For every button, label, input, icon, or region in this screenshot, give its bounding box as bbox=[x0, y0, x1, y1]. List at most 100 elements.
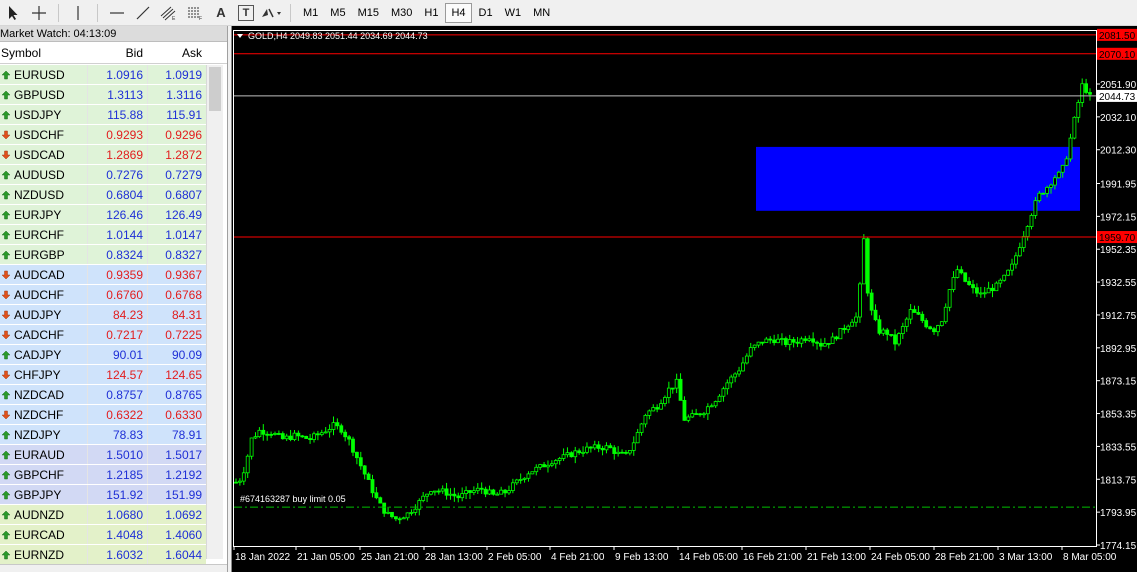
vertical-line-icon[interactable] bbox=[67, 2, 89, 24]
candle-body bbox=[994, 282, 999, 292]
market-watch-row[interactable]: NZDCAD 0.8757 0.8765 bbox=[0, 385, 206, 405]
price-chart[interactable]: 2051.90 2032.10 2012.30 1991.95 1972.15 1952.… bbox=[232, 26, 1137, 572]
candle-body bbox=[335, 422, 340, 427]
candle-body bbox=[939, 321, 944, 326]
market-watch-row[interactable]: EURCHF 1.0144 1.0147 bbox=[0, 225, 206, 245]
bid-cell: 0.9293 bbox=[87, 125, 147, 144]
candle-body bbox=[826, 343, 831, 345]
candle-body bbox=[643, 414, 648, 425]
trendline-icon[interactable] bbox=[132, 2, 154, 24]
ask-cell: 0.8765 bbox=[147, 385, 206, 404]
timeframe-m1-button[interactable]: M1 bbox=[298, 3, 323, 23]
candle-body bbox=[319, 432, 324, 436]
market-watch-row[interactable]: EURNZD 1.6032 1.6044 bbox=[0, 545, 206, 565]
timeframe-d1-button[interactable]: D1 bbox=[474, 3, 498, 23]
x-tick-label: 24 Feb 05:00 bbox=[871, 552, 930, 563]
symbol-cell: EURCHF bbox=[0, 225, 87, 244]
market-watch-row[interactable]: AUDCAD 0.9359 0.9367 bbox=[0, 265, 206, 285]
crosshair-icon[interactable] bbox=[28, 2, 50, 24]
market-watch-row[interactable]: EURUSD 1.0916 1.0919 bbox=[0, 65, 206, 85]
candle-body bbox=[456, 495, 461, 499]
market-watch-row[interactable]: AUDCHF 0.6760 0.6768 bbox=[0, 285, 206, 305]
symbol-name: EURCHF bbox=[14, 227, 64, 242]
x-tick-label: 3 Mar 13:00 bbox=[999, 552, 1053, 563]
column-header-symbol[interactable]: Symbol bbox=[0, 42, 87, 63]
market-watch-row[interactable]: NZDJPY 78.83 78.91 bbox=[0, 425, 206, 445]
arrows-icon[interactable] bbox=[260, 2, 282, 24]
candle-body bbox=[690, 413, 695, 418]
ask-cell: 84.31 bbox=[147, 305, 206, 324]
x-tick-label: 4 Feb 21:00 bbox=[551, 552, 605, 563]
market-watch-scrollbar[interactable] bbox=[206, 65, 223, 559]
candle-body bbox=[284, 435, 289, 440]
candle-body bbox=[666, 387, 671, 398]
candle-body bbox=[292, 432, 297, 441]
svg-text:F: F bbox=[199, 16, 202, 21]
candle-body bbox=[943, 306, 948, 323]
y-tick-label: 2051.90 bbox=[1100, 80, 1137, 91]
equidistant-channel-icon[interactable]: E bbox=[158, 2, 180, 24]
y-tick-label: 1774.15 bbox=[1100, 541, 1137, 552]
cursor-icon[interactable] bbox=[2, 2, 24, 24]
bid-cell: 0.9359 bbox=[87, 265, 147, 284]
market-watch-row[interactable]: EURCAD 1.4048 1.4060 bbox=[0, 525, 206, 545]
timeframe-m5-button[interactable]: M5 bbox=[325, 3, 350, 23]
candle-body bbox=[421, 495, 426, 501]
market-watch-row[interactable]: AUDUSD 0.7276 0.7279 bbox=[0, 165, 206, 185]
candle-body bbox=[234, 481, 238, 484]
market-watch-row[interactable]: AUDJPY 84.23 84.31 bbox=[0, 305, 206, 325]
market-watch-row[interactable]: USDCHF 0.9293 0.9296 bbox=[0, 125, 206, 145]
candle-body bbox=[245, 455, 250, 474]
candle-body bbox=[998, 279, 1003, 284]
market-watch-row[interactable]: GBPJPY 151.92 151.99 bbox=[0, 485, 206, 505]
candle-body bbox=[959, 269, 964, 274]
candle-body bbox=[331, 422, 336, 430]
up-arrow-icon bbox=[1, 250, 11, 259]
candle-body bbox=[417, 500, 422, 510]
text-label-icon[interactable]: T bbox=[238, 4, 254, 21]
candle-body bbox=[713, 401, 718, 407]
candle-body bbox=[577, 450, 582, 454]
market-watch-row[interactable]: GBPCHF 1.2185 1.2192 bbox=[0, 465, 206, 485]
candle-body bbox=[1014, 255, 1018, 265]
market-watch-row[interactable]: CADCHF 0.7217 0.7225 bbox=[0, 325, 206, 345]
y-tick-label: 2032.10 bbox=[1100, 113, 1137, 124]
timeframe-w1-button[interactable]: W1 bbox=[500, 3, 527, 23]
market-watch-row[interactable]: USDCAD 1.2869 1.2872 bbox=[0, 145, 206, 165]
market-watch-row[interactable]: GBPUSD 1.3113 1.3116 bbox=[0, 85, 206, 105]
column-header-bid[interactable]: Bid bbox=[87, 42, 147, 63]
timeframe-h1-button[interactable]: H1 bbox=[419, 3, 443, 23]
symbol-name: NZDCAD bbox=[14, 387, 64, 402]
candle-body bbox=[604, 445, 609, 451]
symbol-cell: AUDJPY bbox=[0, 305, 87, 324]
market-watch-row[interactable]: CHFJPY 124.57 124.65 bbox=[0, 365, 206, 385]
timeframe-m15-button[interactable]: M15 bbox=[353, 3, 384, 23]
market-watch-row[interactable]: EURJPY 126.46 126.49 bbox=[0, 205, 206, 225]
horizontal-line-icon[interactable] bbox=[106, 2, 128, 24]
scrollbar-thumb[interactable] bbox=[209, 67, 221, 111]
symbol-name: GBPJPY bbox=[14, 487, 62, 502]
market-watch-row[interactable]: NZDUSD 0.6804 0.6807 bbox=[0, 185, 206, 205]
timeframe-m30-button[interactable]: M30 bbox=[386, 3, 417, 23]
candle-body bbox=[655, 407, 660, 410]
text-icon[interactable]: A bbox=[210, 2, 232, 24]
candle-body bbox=[374, 492, 379, 499]
candle-body bbox=[339, 425, 344, 433]
down-arrow-icon bbox=[1, 410, 11, 419]
column-header-ask[interactable]: Ask bbox=[147, 42, 206, 63]
timeframe-mn-button[interactable]: MN bbox=[528, 3, 555, 23]
market-watch-row[interactable]: CADJPY 90.01 90.09 bbox=[0, 345, 206, 365]
up-arrow-icon bbox=[1, 390, 11, 399]
market-watch-row[interactable]: EURGBP 0.8324 0.8327 bbox=[0, 245, 206, 265]
timeframe-h4-button[interactable]: H4 bbox=[445, 2, 472, 23]
market-watch-row[interactable]: USDJPY 115.88 115.91 bbox=[0, 105, 206, 125]
market-watch-row[interactable]: NZDCHF 0.6322 0.6330 bbox=[0, 405, 206, 425]
fibonacci-icon[interactable]: F bbox=[184, 2, 206, 24]
candle-body bbox=[343, 431, 348, 438]
x-tick-label: 21 Feb 13:00 bbox=[807, 552, 866, 563]
chart-window[interactable]: 2051.90 2032.10 2012.30 1991.95 1972.15 1952.… bbox=[231, 26, 1137, 572]
candle-body bbox=[756, 341, 761, 346]
market-watch-row[interactable]: AUDNZD 1.0680 1.0692 bbox=[0, 505, 206, 525]
ask-cell: 1.5017 bbox=[147, 445, 206, 464]
market-watch-row[interactable]: EURAUD 1.5010 1.5017 bbox=[0, 445, 206, 465]
